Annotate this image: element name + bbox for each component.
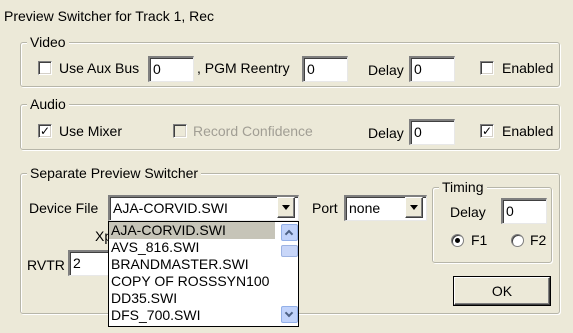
- device-file-dropdown-button[interactable]: [277, 197, 295, 218]
- pgm-reentry-input[interactable]: 0: [302, 56, 348, 82]
- timing-legend: Timing: [439, 179, 487, 195]
- scroll-thumb[interactable]: [281, 245, 298, 257]
- video-delay-label: Delay: [368, 62, 404, 78]
- chevron-up-icon: [284, 229, 294, 239]
- pgm-reentry-label: , PGM Reentry: [197, 60, 290, 76]
- chevron-down-icon: [284, 308, 294, 318]
- use-aux-bus-checkbox[interactable]: [38, 61, 52, 75]
- rvtr-input[interactable]: 2: [68, 250, 110, 276]
- window-title: Preview Switcher for Track 1, Rec: [4, 8, 215, 24]
- use-mixer-label[interactable]: Use Mixer: [59, 122, 122, 140]
- audio-enabled-checkbox[interactable]: ✓: [480, 124, 494, 138]
- f1-label[interactable]: F1: [471, 231, 487, 249]
- scroll-down-button[interactable]: [281, 306, 298, 323]
- f2-radio[interactable]: [511, 234, 524, 247]
- dropdown-scrollbar[interactable]: [280, 222, 298, 326]
- record-confidence-checkbox[interactable]: [173, 124, 187, 138]
- separate-preview-switcher-legend: Separate Preview Switcher: [27, 165, 202, 181]
- timing-delay-input[interactable]: 0: [501, 198, 547, 224]
- port-dropdown-button[interactable]: [405, 197, 423, 218]
- f2-label[interactable]: F2: [530, 231, 546, 249]
- use-mixer-checkbox[interactable]: ✓: [38, 124, 52, 138]
- list-item[interactable]: AVS_816.SWI: [109, 239, 275, 256]
- video-delay-input[interactable]: 0: [409, 56, 455, 82]
- rvtr-label: RVTR: [27, 257, 65, 273]
- audio-legend: Audio: [27, 96, 69, 112]
- chevron-down-icon: [410, 205, 418, 210]
- port-label: Port: [312, 200, 338, 216]
- scroll-up-button[interactable]: [281, 224, 298, 241]
- list-item[interactable]: DD35.SWI: [109, 290, 275, 307]
- device-file-dropdown-list[interactable]: AJA-CORVID.SWI AVS_816.SWI BRANDMASTER.S…: [108, 221, 299, 327]
- list-item[interactable]: COPY OF ROSSSYN100: [109, 273, 275, 290]
- timing-delay-label: Delay: [450, 204, 486, 220]
- chevron-down-icon: [282, 205, 290, 210]
- audio-delay-input[interactable]: 0: [409, 119, 455, 145]
- radio-selected-dot: [455, 238, 460, 243]
- use-aux-bus-label[interactable]: Use Aux Bus: [59, 59, 139, 77]
- list-item[interactable]: AJA-CORVID.SWI: [109, 222, 275, 239]
- audio-delay-label: Delay: [368, 125, 404, 141]
- video-enabled-label[interactable]: Enabled: [502, 59, 553, 77]
- audio-enabled-label[interactable]: Enabled: [502, 122, 553, 140]
- device-file-select[interactable]: AJA-CORVID.SWI: [108, 195, 299, 221]
- ok-button[interactable]: OK: [454, 277, 550, 305]
- f1-radio[interactable]: [451, 234, 464, 247]
- device-file-value: AJA-CORVID.SWI: [113, 200, 228, 216]
- aux-bus-input[interactable]: 0: [148, 56, 194, 82]
- device-file-label: Device File: [29, 200, 99, 216]
- video-legend: Video: [27, 34, 69, 50]
- video-enabled-checkbox[interactable]: [480, 61, 494, 75]
- list-item[interactable]: BRANDMASTER.SWI: [109, 256, 275, 273]
- port-value: none: [349, 200, 381, 216]
- list-item[interactable]: DFS_700.SWI: [109, 307, 275, 324]
- record-confidence-label: Record Confidence: [193, 123, 313, 139]
